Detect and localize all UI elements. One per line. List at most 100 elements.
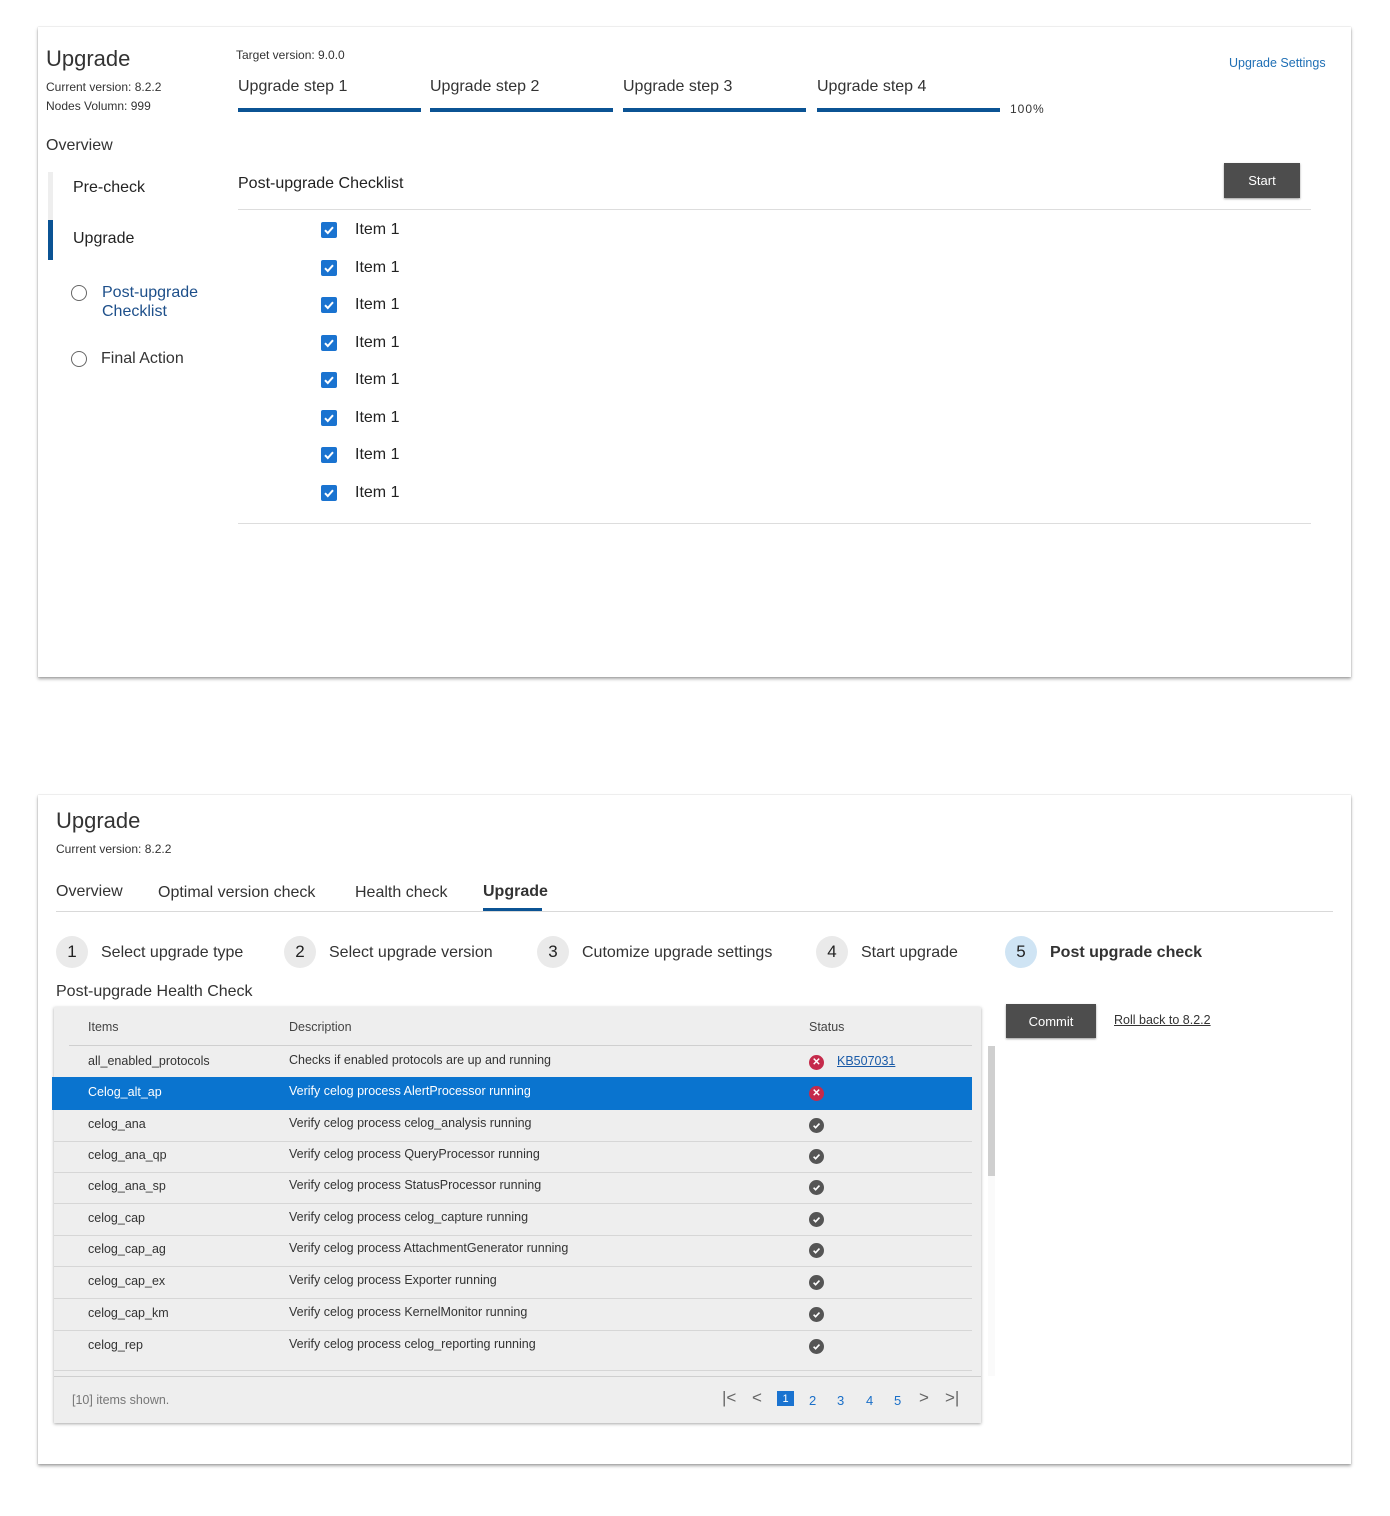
nav-item-upgrade[interactable]: Upgrade bbox=[73, 230, 134, 248]
status-error-icon: ✕ bbox=[809, 1086, 824, 1101]
wizard-step-4-label[interactable]: Start upgrade bbox=[861, 944, 958, 962]
table-row[interactable]: celog_ana_qp Verify celog process QueryPr… bbox=[54, 1140, 972, 1173]
upgrade-settings-link[interactable]: Upgrade Settings bbox=[1229, 56, 1326, 70]
nav-item-final-action[interactable]: Final Action bbox=[101, 350, 184, 368]
cell-item: celog_cap_km bbox=[88, 1306, 169, 1320]
cell-item: Celog_alt_ap bbox=[88, 1085, 162, 1099]
column-header-items[interactable]: Items bbox=[88, 1020, 119, 1034]
wizard-step-1-label[interactable]: Select upgrade type bbox=[101, 944, 243, 962]
rollback-link[interactable]: Roll back to 8.2.2 bbox=[1114, 1013, 1211, 1027]
table-row[interactable]: celog_cap Verify celog process celog_capt… bbox=[54, 1203, 972, 1236]
checklist-item-label: Item 1 bbox=[355, 258, 400, 276]
tab-optimal-version-check[interactable]: Optimal version check bbox=[158, 884, 315, 902]
post-upgrade-radio[interactable] bbox=[71, 285, 87, 301]
cell-description: Verify celog process QueryProcessor runn… bbox=[289, 1147, 540, 1161]
page-5[interactable]: 5 bbox=[894, 1393, 901, 1408]
checklist-item-label: Item 1 bbox=[355, 371, 400, 388]
column-header-status[interactable]: Status bbox=[809, 1020, 844, 1034]
health-check-table: Items Description Status all_enabled_pro… bbox=[52, 1007, 995, 1423]
cell-description: Verify celog process celog_analysis runn… bbox=[289, 1116, 532, 1130]
table-scrollbar-thumb[interactable] bbox=[988, 1046, 995, 1176]
step-label-3: Upgrade step 3 bbox=[623, 78, 733, 95]
nodes-count: Nodes Volumn: 999 bbox=[46, 99, 151, 113]
cell-description: Checks if enabled protocols are up and r… bbox=[289, 1053, 551, 1067]
checklist-item[interactable]: Item 1 bbox=[321, 220, 521, 242]
checklist-item[interactable]: Item 1 bbox=[321, 295, 521, 317]
prev-page-icon[interactable]: < bbox=[752, 1388, 762, 1408]
tab-health-check[interactable]: Health check bbox=[355, 884, 448, 902]
checkbox-checked-icon[interactable] bbox=[321, 447, 337, 463]
step-label-2: Upgrade step 2 bbox=[430, 78, 540, 95]
nav-overview[interactable]: Overview bbox=[46, 137, 113, 155]
checklist-item[interactable]: Item 1 bbox=[321, 408, 521, 430]
final-action-radio[interactable] bbox=[71, 351, 87, 367]
column-header-description[interactable]: Description bbox=[289, 1020, 352, 1034]
checklist-item[interactable]: Item 1 bbox=[321, 445, 521, 467]
items-shown-count: [10] items shown. bbox=[72, 1393, 170, 1407]
page-3[interactable]: 3 bbox=[837, 1393, 844, 1408]
step-progress-bar-4 bbox=[817, 108, 1000, 112]
current-version: Current version: 8.2.2 bbox=[56, 842, 172, 856]
wizard-step-3-number: 3 bbox=[537, 936, 569, 968]
checkbox-checked-icon[interactable] bbox=[321, 259, 337, 276]
checklist-item[interactable]: Item 1 bbox=[321, 258, 521, 280]
table-row[interactable]: celog_rep Verify celog process celog_repo… bbox=[54, 1330, 972, 1371]
start-button[interactable]: Start bbox=[1224, 163, 1300, 198]
table-row-selected[interactable]: Celog_alt_ap Verify celog process AlertPr… bbox=[52, 1077, 972, 1110]
tab-upgrade[interactable]: Upgrade bbox=[483, 883, 548, 901]
cell-item: celog_ana_qp bbox=[88, 1148, 167, 1162]
next-page-icon[interactable]: > bbox=[919, 1388, 929, 1408]
wizard-step-1-number: 1 bbox=[56, 936, 88, 968]
cell-item: celog_ana_sp bbox=[88, 1179, 166, 1193]
checkbox-checked-icon[interactable] bbox=[321, 222, 337, 238]
page-2[interactable]: 2 bbox=[809, 1393, 816, 1408]
table-row[interactable]: celog_ana Verify celog process celog_anal… bbox=[54, 1109, 972, 1142]
wizard-step-2-label[interactable]: Select upgrade version bbox=[329, 944, 493, 962]
status-error-icon: ✕ bbox=[809, 1055, 824, 1070]
checklist-item-label: Item 1 bbox=[355, 483, 400, 501]
nav-rail-active-indicator bbox=[48, 220, 53, 260]
table-row[interactable]: celog_ana_sp Verify celog process StatusP… bbox=[54, 1171, 972, 1204]
checkbox-checked-icon[interactable] bbox=[321, 334, 337, 351]
cell-item: celog_ana bbox=[88, 1117, 146, 1131]
wizard-step-5-label[interactable]: Post upgrade check bbox=[1050, 944, 1202, 962]
status-ok-icon bbox=[809, 1243, 824, 1258]
table-body: all_enabled_protocols Checks if enabled p… bbox=[52, 1046, 972, 1376]
checkbox-checked-icon[interactable] bbox=[321, 372, 337, 388]
checkbox-checked-icon[interactable] bbox=[321, 484, 337, 501]
checklist-item-label: Item 1 bbox=[355, 446, 400, 463]
table-row[interactable]: celog_cap_ex Verify celog process Exporte… bbox=[54, 1266, 972, 1299]
commit-button[interactable]: Commit bbox=[1006, 1004, 1096, 1038]
table-row[interactable]: all_enabled_protocols Checks if enabled p… bbox=[54, 1046, 972, 1079]
page-4[interactable]: 4 bbox=[866, 1393, 873, 1408]
page-1-current[interactable]: 1 bbox=[777, 1391, 794, 1406]
checklist-top-divider bbox=[238, 209, 1311, 210]
nav-item-post-upgrade-checklist[interactable]: Post-upgrade Checklist bbox=[102, 283, 222, 321]
checklist-item-label: Item 1 bbox=[355, 333, 400, 351]
table-row[interactable]: celog_cap_ag Verify celog process Attachm… bbox=[54, 1234, 972, 1267]
page-title: Upgrade bbox=[56, 808, 141, 833]
nav-item-precheck[interactable]: Pre-check bbox=[73, 179, 145, 197]
last-page-icon[interactable]: >| bbox=[945, 1388, 959, 1408]
status-ok-icon bbox=[809, 1307, 824, 1322]
step-label-4: Upgrade step 4 bbox=[817, 78, 927, 95]
checklist-item[interactable]: Item 1 bbox=[321, 370, 521, 392]
wizard-step-3-label[interactable]: Cutomize upgrade settings bbox=[582, 944, 772, 962]
first-page-icon[interactable]: |< bbox=[722, 1388, 736, 1408]
checklist-item[interactable]: Item 1 bbox=[321, 333, 521, 355]
checkbox-checked-icon[interactable] bbox=[321, 409, 337, 426]
checklist-item[interactable]: Item 1 bbox=[321, 483, 521, 505]
table-row[interactable]: celog_cap_km Verify celog process KernelM… bbox=[54, 1298, 972, 1331]
kb-article-link[interactable]: KB507031 bbox=[837, 1054, 895, 1068]
wizard-step-4-number: 4 bbox=[816, 936, 848, 968]
checkbox-checked-icon[interactable] bbox=[321, 297, 337, 313]
target-version: Target version: 9.0.0 bbox=[236, 48, 345, 62]
health-check-panel: Upgrade Current version: 8.2.2 Overview … bbox=[38, 795, 1351, 1464]
cell-description: Verify celog process AttachmentGenerator… bbox=[289, 1241, 569, 1255]
cell-item: celog_cap bbox=[88, 1211, 145, 1225]
cell-description: Verify celog process AlertProcessor runn… bbox=[289, 1084, 531, 1098]
tab-overview[interactable]: Overview bbox=[56, 883, 123, 901]
status-ok-icon bbox=[809, 1180, 824, 1195]
status-ok-icon bbox=[809, 1212, 824, 1227]
cell-item: celog_cap_ex bbox=[88, 1274, 166, 1288]
